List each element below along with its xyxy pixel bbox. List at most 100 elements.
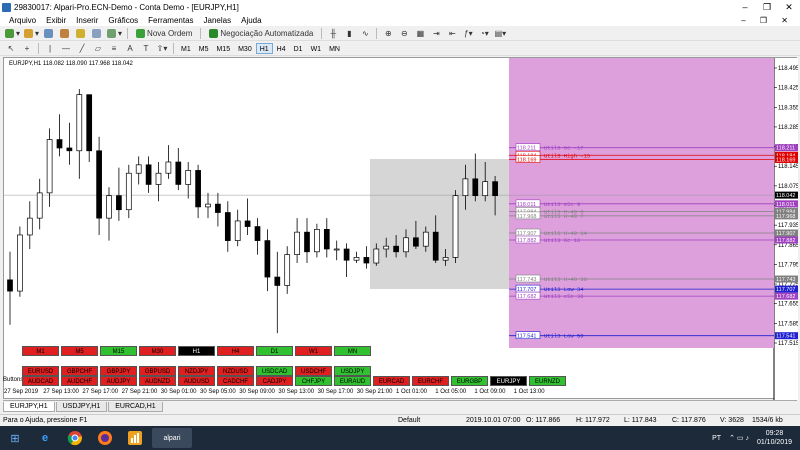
new-order-button[interactable]: Nova Ordem: [133, 27, 195, 39]
candlestick-icon[interactable]: ▮: [343, 27, 355, 39]
trendline-icon[interactable]: ╱: [76, 42, 88, 54]
tf-toggle-button[interactable]: M15: [100, 346, 137, 356]
price-tag-value: 118.169: [776, 157, 795, 163]
vertical-line-icon[interactable]: |: [44, 42, 56, 54]
arrows-icon[interactable]: ⇧▾: [156, 42, 168, 54]
tf-h1[interactable]: H1: [255, 42, 273, 54]
pair-button[interactable]: EURNZD: [529, 376, 566, 386]
minimize-button[interactable]: –: [734, 2, 756, 12]
tray-icons[interactable]: ⌃ ▭ ♪: [729, 434, 749, 442]
candle-body: [56, 139, 63, 149]
chart-app-icon[interactable]: [122, 428, 148, 448]
menu-window[interactable]: Janelas: [199, 16, 237, 25]
pair-button[interactable]: AUDNZD: [139, 376, 176, 386]
pair-button[interactable]: USDCAD: [256, 366, 293, 376]
candle-body: [116, 195, 122, 211]
terminal-icon[interactable]: [91, 27, 103, 39]
pair-button[interactable]: GBPUSD: [139, 366, 176, 376]
tf-h4[interactable]: H4: [273, 43, 290, 54]
pair-button[interactable]: AUDCHF: [61, 376, 98, 386]
chart-shift-icon[interactable]: ⇤: [446, 27, 458, 39]
navigator-icon[interactable]: [75, 27, 87, 39]
language-indicator[interactable]: PT: [712, 435, 721, 442]
label-icon[interactable]: T: [140, 42, 152, 54]
pair-button[interactable]: AUDJPY: [100, 376, 137, 386]
menu-insert[interactable]: Inserir: [71, 16, 103, 25]
pair-button[interactable]: GBPJPY: [100, 366, 137, 376]
tf-d1[interactable]: D1: [290, 43, 307, 54]
zoom-in-icon[interactable]: ⊕: [382, 27, 394, 39]
tf-toggle-button[interactable]: MN: [334, 346, 371, 356]
auto-scroll-icon[interactable]: ⇥: [430, 27, 442, 39]
tab-eurjpy[interactable]: EURJPY,H1: [3, 402, 55, 412]
pair-button[interactable]: GBPCHF: [61, 366, 98, 376]
tab-usdjpy[interactable]: USDJPY,H1: [55, 402, 108, 412]
tf-w1[interactable]: W1: [307, 43, 326, 54]
pair-button[interactable]: NZDUSD: [217, 366, 254, 376]
pair-button[interactable]: EURJPY: [490, 376, 527, 386]
tf-toggle-button[interactable]: H1: [178, 346, 215, 356]
tf-m5[interactable]: M5: [195, 43, 213, 54]
tf-toggle-button[interactable]: M30: [139, 346, 176, 356]
clock[interactable]: 09:28 01/10/2019: [757, 429, 792, 447]
pair-button[interactable]: USDCHF: [295, 366, 332, 376]
tf-mn[interactable]: MN: [325, 43, 344, 54]
profiles-icon[interactable]: ▾: [24, 27, 39, 39]
alpari-icon[interactable]: alpari: [152, 428, 192, 448]
close-button[interactable]: ✕: [778, 2, 800, 13]
tab-eurcad[interactable]: EURCAD,H1: [108, 402, 163, 412]
ie-icon[interactable]: e: [32, 428, 58, 448]
indicators-icon[interactable]: ƒ▾: [462, 27, 474, 39]
market-watch-icon[interactable]: [43, 27, 55, 39]
pair-button[interactable]: NZDJPY: [178, 366, 215, 376]
menu-charts[interactable]: Gráficos: [103, 16, 143, 25]
menu-tools[interactable]: Ferramentas: [143, 16, 198, 25]
tile-windows-icon[interactable]: ▦: [414, 27, 426, 39]
pair-button[interactable]: CADCHF: [217, 376, 254, 386]
pair-button[interactable]: CHFJPY: [295, 376, 332, 386]
line-chart-icon[interactable]: ∿: [359, 27, 371, 39]
templates-icon[interactable]: ▤▾: [494, 27, 507, 39]
menu-help[interactable]: Ajuda: [236, 16, 266, 25]
channel-icon[interactable]: ▱: [92, 42, 104, 54]
text-icon[interactable]: A: [124, 42, 136, 54]
menu-file[interactable]: Arquivo: [4, 16, 41, 25]
zoom-out-icon[interactable]: ⊖: [398, 27, 410, 39]
tf-toggle-button[interactable]: M1: [22, 346, 59, 356]
candle-body: [215, 203, 221, 213]
pair-button[interactable]: EURGBP: [451, 376, 488, 386]
tf-m15[interactable]: M15: [212, 43, 234, 54]
tf-toggle-button[interactable]: M5: [61, 346, 98, 356]
data-window-icon[interactable]: [59, 27, 71, 39]
pair-button[interactable]: AUDCAD: [22, 376, 59, 386]
time-label: 1 Oct 09:00: [474, 389, 506, 395]
pair-button[interactable]: EURCAD: [373, 376, 410, 386]
crosshair-icon[interactable]: +: [21, 42, 33, 54]
strategy-tester-icon[interactable]: ▾: [107, 27, 122, 39]
tf-toggle-button[interactable]: D1: [256, 346, 293, 356]
firefox-icon[interactable]: [92, 428, 118, 448]
start-icon[interactable]: ⊞: [2, 428, 28, 448]
menu-view[interactable]: Exibir: [41, 16, 71, 25]
pair-button[interactable]: EURCHF: [412, 376, 449, 386]
new-chart-icon[interactable]: ▾: [5, 27, 20, 39]
pair-button[interactable]: CADJPY: [256, 376, 293, 386]
fibonacci-icon[interactable]: ≡: [108, 42, 120, 54]
pair-button[interactable]: USDJPY: [334, 366, 371, 376]
tf-m1[interactable]: M1: [177, 43, 195, 54]
child-window-controls[interactable]: – ❐ ✕: [741, 16, 800, 25]
pair-button[interactable]: EURUSD: [22, 366, 59, 376]
tf-m30[interactable]: M30: [234, 43, 256, 54]
horizontal-line-icon[interactable]: —: [60, 42, 72, 54]
periods-icon[interactable]: ◔▾: [478, 27, 490, 39]
bar-chart-icon[interactable]: ╫: [327, 27, 339, 39]
chrome-icon[interactable]: [62, 428, 88, 448]
auto-trading-button[interactable]: Negociação Automatizada: [206, 27, 316, 39]
cursor-icon[interactable]: ↖: [5, 42, 17, 54]
status-help: Para o Ajuda, pressione F1: [3, 417, 88, 424]
pair-button[interactable]: AUDUSD: [178, 376, 215, 386]
maximize-button[interactable]: ❐: [756, 2, 778, 13]
tf-toggle-button[interactable]: W1: [295, 346, 332, 356]
tf-toggle-button[interactable]: H4: [217, 346, 254, 356]
pair-button[interactable]: EURAUD: [334, 376, 371, 386]
